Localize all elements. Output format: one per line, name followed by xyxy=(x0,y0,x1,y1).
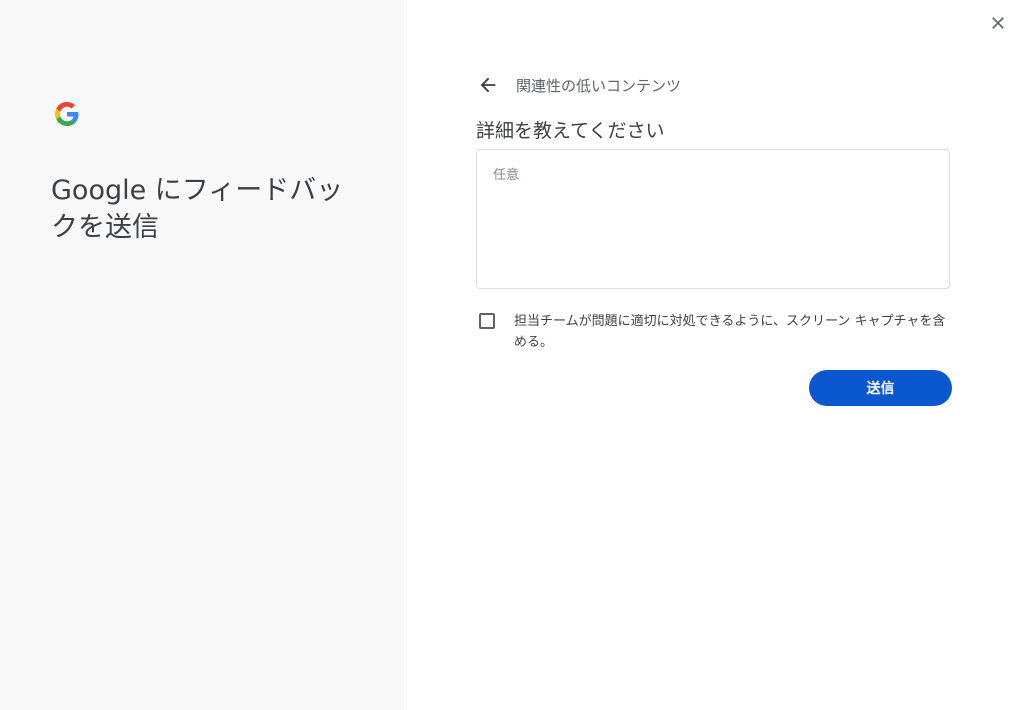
close-button[interactable] xyxy=(986,11,1010,35)
include-screenshot-checkbox[interactable] xyxy=(479,313,495,329)
back-button[interactable] xyxy=(476,73,500,97)
submit-button[interactable]: 送信 xyxy=(809,370,952,406)
include-screenshot-label: 担当チームが問題に適切に対処できるように、スクリーン キャプチャを含める。 xyxy=(514,314,946,350)
details-input[interactable] xyxy=(477,150,949,288)
page-title: Google にフィードバックを送信 xyxy=(51,175,344,243)
details-field xyxy=(476,149,950,289)
feedback-dialog: Google にフィードバックを送信 関連性の低いコンテンツ 詳細を教えてくださ… xyxy=(0,0,1022,710)
category-label: 関連性の低いコンテンツ xyxy=(516,76,682,95)
arrow-back-icon xyxy=(477,74,499,96)
back-row: 関連性の低いコンテンツ xyxy=(476,73,681,97)
right-panel: 関連性の低いコンテンツ 詳細を教えてください 担当チームが問題に適切に対処できる… xyxy=(404,0,1022,710)
google-g-icon xyxy=(55,102,79,126)
screenshot-option: 担当チームが問題に適切に対処できるように、スクリーン キャプチャを含める。 xyxy=(479,311,951,353)
left-panel: Google にフィードバックを送信 xyxy=(0,0,404,710)
close-icon xyxy=(988,13,1008,33)
details-heading: 詳細を教えてください xyxy=(476,120,665,142)
